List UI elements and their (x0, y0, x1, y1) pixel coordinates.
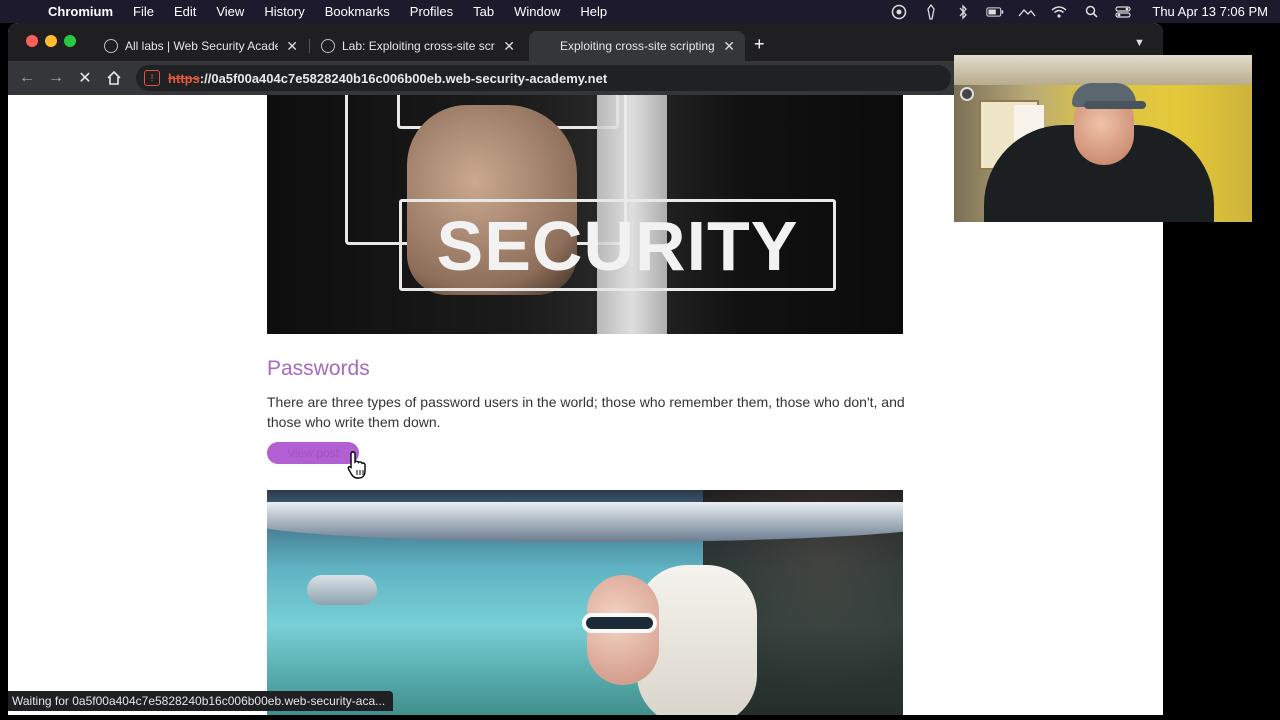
ceiling-shape (954, 55, 1252, 85)
stop-loading-icon[interactable]: ✕ (74, 67, 96, 89)
tab-label: Lab: Exploiting cross-site scrip (342, 39, 496, 53)
forward-arrow-icon[interactable]: → (45, 67, 67, 89)
menubar-clock[interactable]: Thu Apr 13 7:06 PM (1152, 4, 1268, 19)
menu-view[interactable]: View (206, 4, 254, 19)
url-separator: :// (199, 70, 212, 86)
sunglasses-shape (582, 613, 657, 633)
post-image-security[interactable]: SECURITY (267, 95, 903, 334)
not-secure-warning-icon[interactable]: ! (144, 70, 160, 86)
screen-record-icon[interactable] (890, 4, 908, 19)
car-roof-shape (267, 502, 903, 542)
tab-label: Exploiting cross-site scripting t (560, 39, 716, 53)
tab-exploiting-xss-active[interactable]: Exploiting cross-site scripting t ✕ (529, 31, 745, 61)
menu-app-name[interactable]: Chromium (40, 4, 123, 19)
menu-file[interactable]: File (123, 4, 164, 19)
url-host: 0a5f00a404c7e5828240b16c006b00eb.web-sec… (211, 70, 608, 86)
pen-icon[interactable] (922, 3, 940, 20)
hand-pointer-cursor-icon (347, 451, 366, 479)
webcam-overlay (954, 55, 1252, 222)
globe-icon (104, 39, 118, 53)
chevron-down-icon[interactable]: ▼ (1134, 37, 1145, 49)
spotlight-search-icon[interactable] (1082, 5, 1100, 19)
tab-close-icon[interactable]: ✕ (286, 38, 298, 55)
globe-icon (321, 39, 335, 53)
status-bar: Waiting for 0a5f00a404c7e5828240b16c006b… (8, 691, 394, 711)
menu-help[interactable]: Help (570, 4, 617, 19)
tab-close-icon[interactable]: ✕ (503, 38, 515, 55)
menu-history[interactable]: History (254, 4, 314, 19)
menubar-status-area: Thu Apr 13 7:06 PM (890, 0, 1280, 23)
tab-lab-exploiting-xss[interactable]: Lab: Exploiting cross-site scrip ✕ (311, 31, 525, 61)
new-tab-plus-icon[interactable]: + (754, 35, 765, 53)
close-window-button[interactable] (26, 35, 38, 47)
menu-profiles[interactable]: Profiles (400, 4, 463, 19)
post-title: Passwords (267, 357, 370, 380)
menu-edit[interactable]: Edit (164, 4, 206, 19)
tab-label: All labs | Web Security Academ (125, 39, 279, 53)
security-word: SECURITY (399, 199, 836, 291)
back-arrow-icon[interactable]: ← (16, 67, 38, 89)
control-center-icon[interactable] (1114, 5, 1132, 19)
battery-icon[interactable] (986, 5, 1004, 19)
bluetooth-icon[interactable] (954, 3, 972, 20)
post-summary: There are three types of password users … (267, 394, 905, 430)
wall-clock-shape (960, 87, 974, 101)
post-image-car[interactable] (267, 490, 903, 715)
home-icon[interactable] (103, 67, 125, 89)
mac-menubar: Chromium File Edit View History Bookmark… (0, 0, 1280, 23)
url-scheme: https (168, 70, 200, 86)
zoom-window-button[interactable] (64, 35, 76, 47)
address-bar[interactable]: ! https :// 0a5f00a404c7e5828240b16c006b… (136, 65, 951, 91)
mirror-shape (307, 575, 377, 605)
minimize-window-button[interactable] (45, 35, 57, 47)
menu-bookmarks[interactable]: Bookmarks (315, 4, 400, 19)
cap-brim-shape (1084, 101, 1146, 109)
tab-separator (309, 39, 310, 53)
loading-icon (539, 39, 553, 53)
wifi-icon[interactable] (1050, 5, 1068, 19)
tab-close-icon[interactable]: ✕ (723, 38, 735, 55)
menu-tab[interactable]: Tab (463, 4, 504, 19)
menu-window[interactable]: Window (504, 4, 570, 19)
spaces-icon[interactable] (1018, 5, 1036, 19)
tab-all-labs[interactable]: All labs | Web Security Academ ✕ (94, 31, 308, 61)
